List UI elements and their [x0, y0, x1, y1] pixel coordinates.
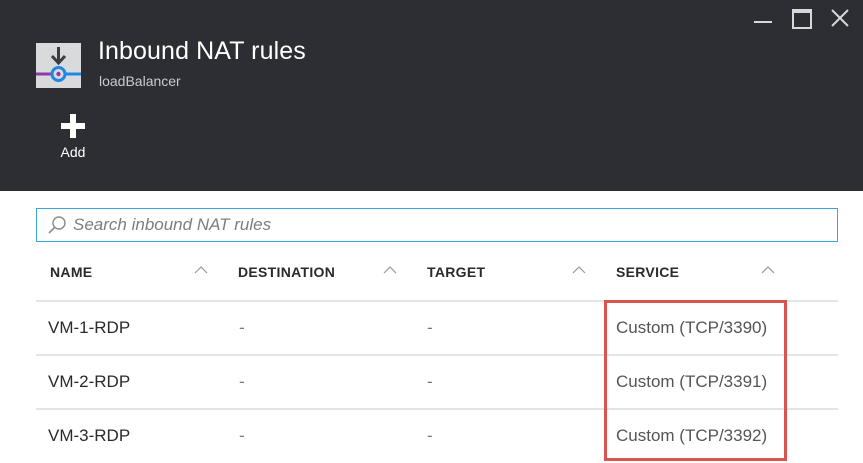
- search-icon: [47, 215, 67, 240]
- column-header-name[interactable]: NAME: [50, 264, 92, 280]
- add-label: Add: [60, 144, 86, 160]
- column-header-target[interactable]: TARGET: [427, 264, 485, 280]
- column-header-service[interactable]: SERVICE: [616, 264, 679, 280]
- nat-rules-table: NAME DESTINATION TARGET SERVICE VM-1-RDP…: [36, 250, 838, 463]
- close-icon[interactable]: [821, 6, 859, 28]
- load-balancer-icon: [36, 43, 81, 88]
- table-row[interactable]: VM-3-RDP - - Custom (TCP/3392): [36, 410, 838, 463]
- sort-caret-icon[interactable]: [761, 262, 775, 280]
- sort-caret-icon[interactable]: [383, 262, 397, 280]
- rule-name: VM-1-RDP: [48, 318, 131, 337]
- add-button[interactable]: Add: [50, 114, 96, 166]
- column-header-destination[interactable]: DESTINATION: [238, 264, 335, 280]
- blade-title: Inbound NAT rules: [98, 37, 306, 65]
- blade-header: Inbound NAT rules loadBalancer Add: [0, 0, 863, 191]
- rule-service: Custom (TCP/3391): [616, 372, 768, 391]
- search-box[interactable]: [36, 208, 838, 242]
- rule-destination: -: [239, 318, 245, 337]
- rule-destination: -: [239, 372, 245, 391]
- rule-destination: -: [239, 426, 245, 445]
- table-row[interactable]: VM-2-RDP - - Custom (TCP/3391): [36, 356, 838, 410]
- rule-service: Custom (TCP/3390): [616, 318, 768, 337]
- minimize-icon[interactable]: [745, 6, 783, 28]
- window-controls: [745, 6, 859, 29]
- table-header: NAME DESTINATION TARGET SERVICE: [36, 250, 838, 302]
- rule-target: -: [427, 426, 433, 445]
- rule-name: VM-3-RDP: [48, 426, 131, 445]
- rule-target: -: [427, 372, 433, 391]
- table-row[interactable]: VM-1-RDP - - Custom (TCP/3390): [36, 302, 838, 356]
- rule-target: -: [427, 318, 433, 337]
- sort-caret-icon[interactable]: [194, 262, 208, 280]
- plus-icon: [61, 114, 85, 138]
- blade-subtitle: loadBalancer: [99, 73, 181, 89]
- maximize-icon[interactable]: [783, 6, 821, 29]
- search-input[interactable]: [73, 209, 813, 241]
- sort-caret-icon[interactable]: [572, 262, 586, 280]
- rule-name: VM-2-RDP: [48, 372, 131, 391]
- rule-service: Custom (TCP/3392): [616, 426, 768, 445]
